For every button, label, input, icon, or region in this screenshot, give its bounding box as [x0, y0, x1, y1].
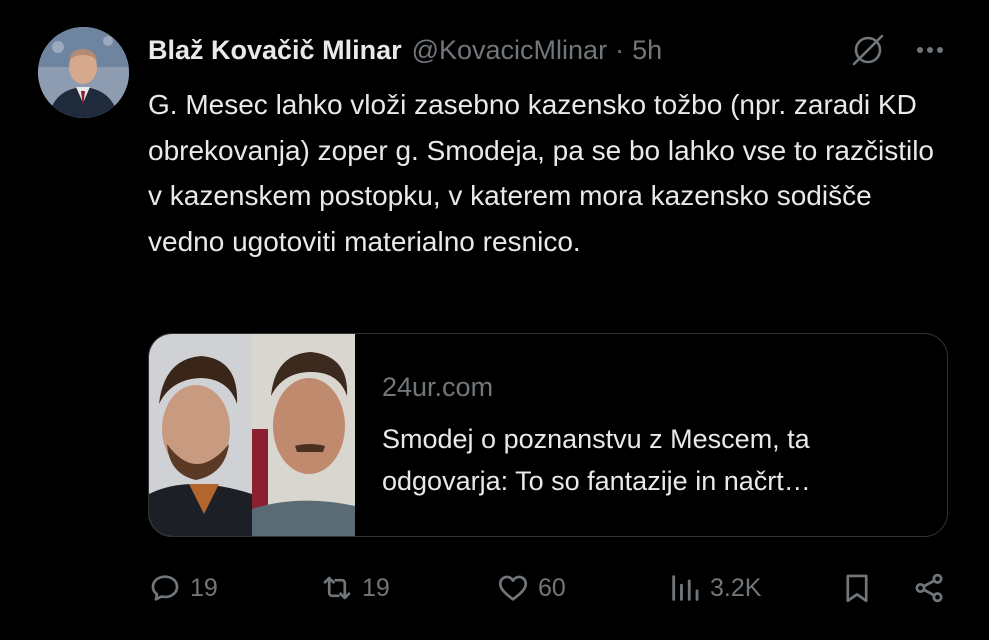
- repost-icon: [323, 576, 351, 600]
- bookmark-button[interactable]: [840, 566, 874, 610]
- link-preview-card[interactable]: 24ur.com Smodej o poznanstvu z Mescem, t…: [148, 333, 948, 537]
- reply-count: 19: [190, 573, 218, 602]
- bookmark-icon: [846, 574, 868, 603]
- like-button[interactable]: 60: [496, 566, 566, 610]
- views-count: 3.2K: [710, 573, 762, 602]
- tweet-text: G. Mesec lahko vloži zasebno kazensko to…: [148, 89, 934, 257]
- author-handle[interactable]: @KovacicMlinar: [412, 30, 607, 70]
- heart-icon: [498, 575, 528, 601]
- reply-icon: [151, 575, 179, 601]
- views-icon: [672, 575, 699, 601]
- share-icon: [915, 573, 943, 603]
- separator-dot: ·: [615, 35, 625, 65]
- avatar-image: [38, 27, 129, 118]
- card-title: Smodej o poznanstvu z Mescem, ta odgovar…: [382, 424, 811, 496]
- card-domain: 24ur.com: [382, 372, 494, 402]
- avatar[interactable]: [38, 27, 129, 118]
- reply-button[interactable]: 19: [148, 566, 218, 610]
- like-count: 60: [538, 573, 566, 602]
- share-button[interactable]: [912, 566, 946, 610]
- views-button[interactable]: 3.2K: [668, 566, 761, 610]
- action-bar: 19 19 60 3.2K: [148, 566, 958, 610]
- author-name[interactable]: Blaž Kovačič Mlinar: [148, 30, 402, 70]
- tweet-header: Blaž Kovačič Mlinar @KovacicMlinar · 5h: [148, 30, 662, 70]
- repost-count: 19: [362, 573, 390, 602]
- timestamp[interactable]: 5h: [632, 30, 662, 70]
- card-body: 24ur.com Smodej o poznanstvu z Mescem, t…: [382, 368, 927, 502]
- grok-icon[interactable]: [848, 30, 888, 70]
- repost-button[interactable]: 19: [320, 566, 390, 610]
- card-thumbnail: [149, 334, 355, 536]
- tweet[interactable]: Blaž Kovačič Mlinar @KovacicMlinar · 5h …: [0, 0, 989, 640]
- more-icon[interactable]: [910, 30, 950, 70]
